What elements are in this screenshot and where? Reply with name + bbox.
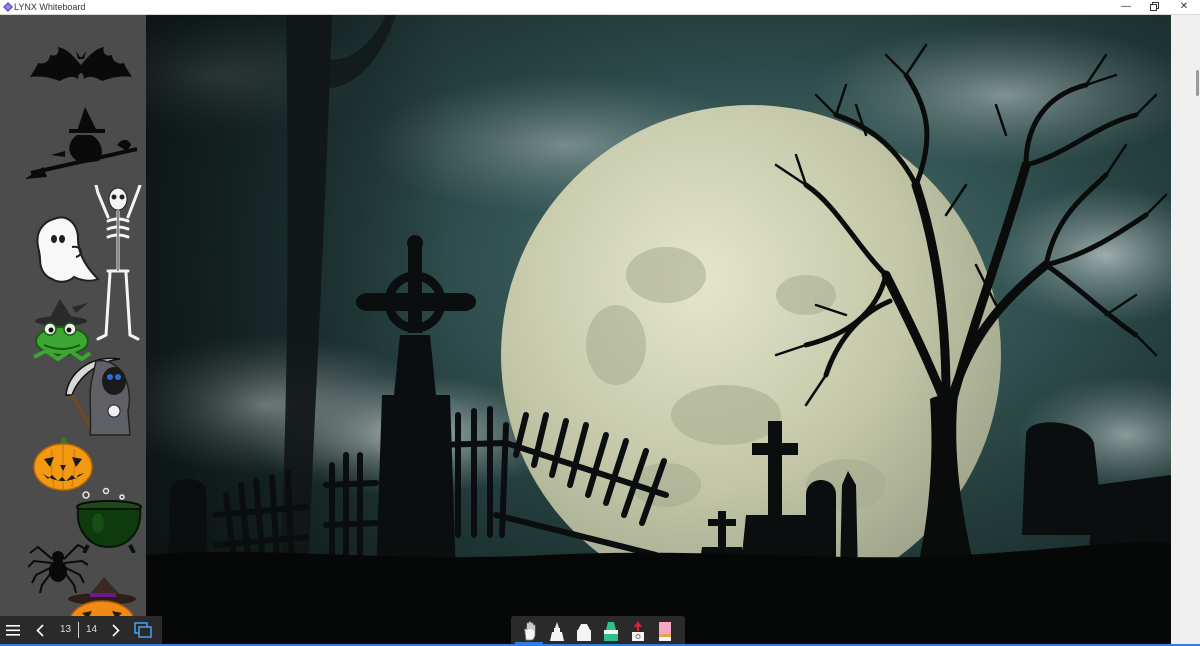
drawing-toolbar — [511, 616, 685, 646]
restore-button[interactable] — [1140, 0, 1168, 14]
sticker-panel — [0, 15, 146, 631]
chevron-left-icon[interactable] — [36, 624, 44, 637]
grim-reaper-sticker[interactable] — [62, 355, 134, 439]
minimize-icon: — — [1121, 1, 1131, 12]
vertical-scrollbar-thumb[interactable] — [1196, 70, 1199, 96]
lynx-logo-icon — [3, 2, 13, 12]
jack-o-lantern-sticker[interactable] — [32, 435, 94, 491]
stamp-tool-icon[interactable] — [627, 620, 649, 642]
minimize-button[interactable]: — — [1112, 0, 1140, 14]
whiteboard-canvas[interactable] — [146, 15, 1171, 646]
ghost-sticker[interactable] — [34, 215, 100, 287]
total-pages: 14 — [86, 624, 98, 635]
current-page-number[interactable]: 13 — [60, 623, 71, 637]
bat-sticker[interactable] — [30, 35, 132, 87]
frog-witch-hat-sticker[interactable] — [30, 299, 94, 363]
title-bar: LYNX Whiteboard — ✕ — [0, 0, 1200, 15]
highlighter-tool-icon[interactable] — [600, 620, 622, 642]
chevron-right-icon[interactable] — [112, 624, 120, 637]
hand-select-tool-icon[interactable] — [518, 620, 540, 642]
window-title: LYNX Whiteboard — [14, 2, 86, 12]
graveyard-moon-background — [146, 15, 1171, 646]
restore-icon — [1149, 2, 1159, 11]
close-button[interactable]: ✕ — [1170, 0, 1198, 14]
hamburger-menu-icon[interactable] — [6, 624, 20, 637]
close-icon: ✕ — [1179, 1, 1189, 12]
page-overview-icon[interactable] — [134, 622, 152, 639]
eraser-tool-icon[interactable] — [654, 620, 676, 642]
right-gutter — [1171, 15, 1200, 646]
page-separator — [78, 622, 79, 638]
marker-tool-icon[interactable] — [573, 620, 595, 642]
skeleton-sticker[interactable] — [94, 185, 142, 341]
page-navigation-bar: 13 14 — [0, 616, 162, 646]
pen-tool-icon[interactable] — [546, 620, 568, 642]
witch-on-broom-sticker[interactable] — [25, 107, 143, 187]
